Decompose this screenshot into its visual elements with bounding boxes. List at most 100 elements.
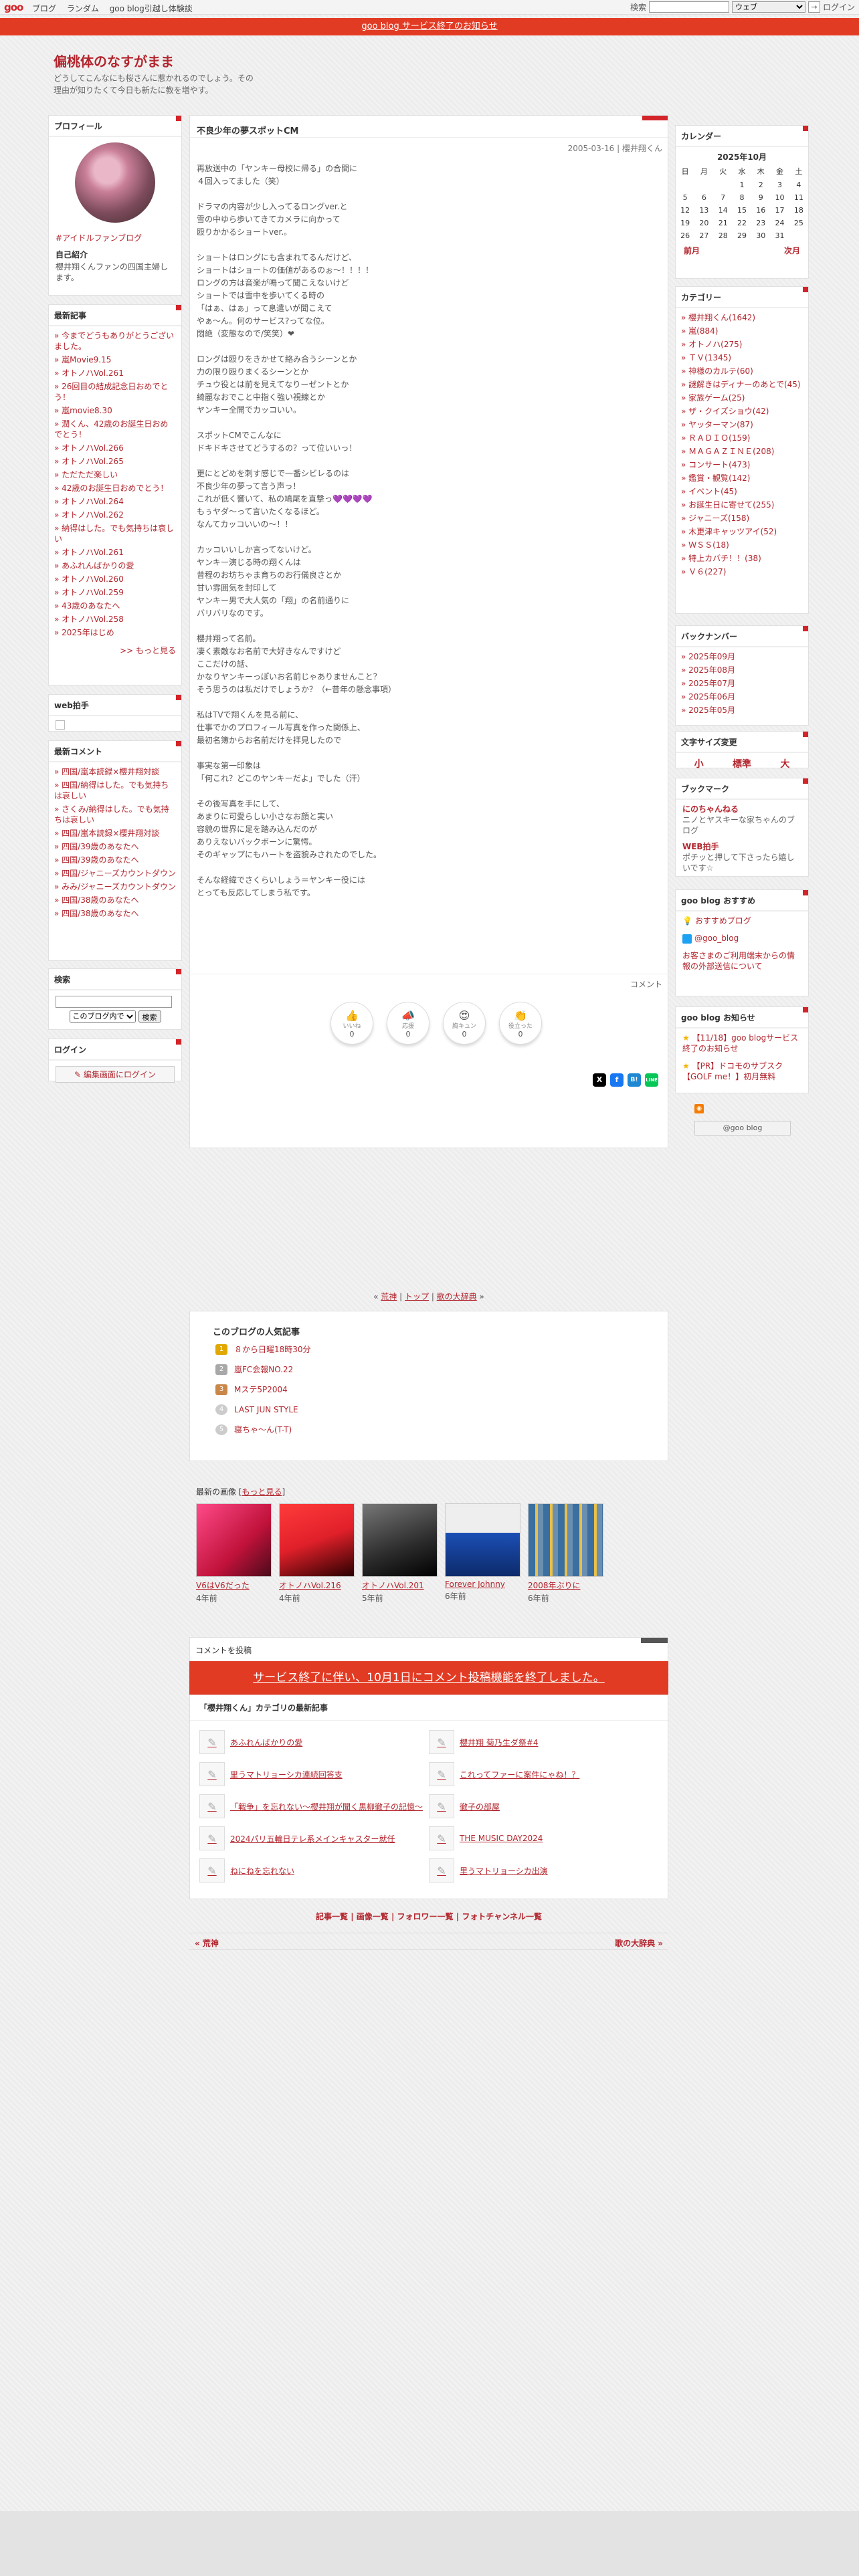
hatena-share-icon[interactable]: B!: [628, 1073, 641, 1087]
top-search-input[interactable]: [648, 1, 729, 13]
list-item[interactable]: ヤッターマン(87): [681, 419, 803, 430]
list-item[interactable]: ✎ 櫻井翔 菊乃生ダ祭#4: [429, 1730, 658, 1754]
list-item[interactable]: ジャニーズ(158): [681, 513, 803, 524]
image-caption[interactable]: V6はV6だった: [196, 1580, 272, 1591]
list-item[interactable]: 四国/嵐本読録×櫻井翔対談: [54, 766, 176, 777]
comment-link[interactable]: コメント: [630, 978, 662, 990]
list-item[interactable]: 納得はした。でも気持ちは哀しい: [54, 523, 176, 544]
external-info-link[interactable]: お客さまのご利用端末からの情報の外部送信について: [682, 950, 801, 972]
list-item[interactable]: 嵐(884): [681, 326, 803, 336]
list-item[interactable]: 2025年はじめ: [54, 627, 176, 638]
list-item[interactable]: ただただ楽しい: [54, 469, 176, 480]
goo-logo[interactable]: goo: [4, 1, 23, 13]
reaction-helpful-button[interactable]: 👏 役立った 0: [499, 1002, 542, 1045]
nav-blog[interactable]: ブログ: [32, 4, 56, 13]
list-item[interactable]: イベント(45): [681, 486, 803, 497]
thumbnail-image[interactable]: [528, 1503, 603, 1577]
blog-search-input[interactable]: [56, 996, 172, 1008]
list-item[interactable]: 家族ゲーム(25): [681, 393, 803, 403]
list-item[interactable]: 四国/38歳のあなたへ: [54, 908, 176, 919]
list-item[interactable]: オトノハVol.264: [54, 496, 176, 507]
list-item[interactable]: オトノハ(275): [681, 339, 803, 350]
footer-next-link[interactable]: 歌の大辞典 »: [615, 1937, 663, 1949]
list-item[interactable]: 四国/38歳のあなたへ: [54, 895, 176, 905]
list-item[interactable]: ✎ 里うマトリョーシカ連続回答支: [199, 1762, 429, 1786]
blog-search-button[interactable]: 検索: [138, 1010, 161, 1023]
image-card[interactable]: Forever Johnny 6年前: [445, 1503, 520, 1604]
font-large-button[interactable]: 大: [780, 757, 789, 770]
facebook-share-icon[interactable]: f: [610, 1073, 624, 1087]
recommend-blog-link[interactable]: 💡 おすすめブログ: [682, 916, 801, 926]
recent-more-link[interactable]: >> もっと見る: [49, 645, 181, 661]
list-item[interactable]: ✎ これってファーに案件にゃね！？: [429, 1762, 658, 1786]
list-item[interactable]: 謎解きはディナーのあとで(45): [681, 379, 803, 390]
list-item[interactable]: ✎ 2024パリ五輪日テレ系メインキャスター就任: [199, 1826, 429, 1850]
crumb-prev-link[interactable]: 荒神: [381, 1292, 397, 1301]
list-item[interactable]: オトノハVol.266: [54, 443, 176, 453]
list-item[interactable]: ＷＳＳ(18): [681, 540, 803, 550]
list-item[interactable]: 4 LAST JUN STYLE: [215, 1403, 668, 1416]
calendar-next-link[interactable]: 次月: [784, 245, 800, 256]
list-item[interactable]: 四国/39歳のあなたへ: [54, 855, 176, 865]
footer-prev-link[interactable]: « 荒神: [195, 1937, 219, 1949]
list-item[interactable]: 43歳のあなたへ: [54, 601, 176, 611]
list-item[interactable]: 神様のカルテ(60): [681, 366, 803, 377]
list-item[interactable]: 1 ８から日曜18時30分: [215, 1343, 668, 1356]
list-item[interactable]: ✎ ねにねを忘れない: [199, 1858, 429, 1883]
list-item[interactable]: オトノハVol.262: [54, 510, 176, 520]
list-item[interactable]: オトノハVol.261: [54, 547, 176, 558]
goo-twitter-link[interactable]: @goo_blog: [682, 933, 801, 944]
image-card[interactable]: オトノハVol.201 5年前: [362, 1503, 438, 1604]
list-item[interactable]: 四国/ジャニーズカウントダウン: [54, 868, 176, 879]
image-card[interactable]: オトノハVol.216 4年前: [279, 1503, 355, 1604]
list-item[interactable]: 四国/嵐本読録×櫻井翔対談: [54, 828, 176, 839]
list-item[interactable]: ✎ 徹子の部屋: [429, 1794, 658, 1818]
notice-link[interactable]: ★ 【PR】ドコモのサブスク【GOLF me！】初月無料: [682, 1061, 801, 1082]
thumbnail-image[interactable]: [196, 1503, 272, 1577]
list-item[interactable]: コンサート(473): [681, 459, 803, 470]
list-item[interactable]: 42歳のお誕生日おめでとう！: [54, 483, 176, 494]
reaction-cheer-button[interactable]: 📣 応援 0: [387, 1002, 430, 1045]
font-small-button[interactable]: 小: [694, 757, 704, 770]
calendar-prev-link[interactable]: 前月: [684, 245, 700, 256]
list-item[interactable]: 木更津キャッツアイ(52): [681, 526, 803, 537]
search-scope-select[interactable]: ウェブ: [731, 1, 805, 13]
list-item[interactable]: 3 Mステ5P2004: [215, 1383, 668, 1396]
thumbnail-image[interactable]: [279, 1503, 355, 1577]
list-item[interactable]: ＭＡＧＡＺＩＮＥ(208): [681, 446, 803, 457]
list-item[interactable]: ✎ あふれんばかりの愛: [199, 1730, 429, 1754]
bookmark-link[interactable]: WEB拍手: [682, 842, 719, 851]
list-item[interactable]: 2025年07月: [681, 678, 803, 689]
list-item[interactable]: 特上カバチ！！(38): [681, 553, 803, 564]
reaction-like-button[interactable]: 👍 いいね 0: [330, 1002, 373, 1045]
list-item[interactable]: オトノハVol.261: [54, 368, 176, 379]
crumb-next-link[interactable]: 歌の大辞典: [437, 1292, 477, 1301]
images-more-link[interactable]: もっと見る: [242, 1487, 282, 1497]
list-item[interactable]: みみ/ジャニーズカウントダウン: [54, 881, 176, 892]
nav-migration[interactable]: goo blog引越し体験談: [110, 4, 193, 13]
thumbnail-image[interactable]: [362, 1503, 438, 1577]
profile-tag[interactable]: #アイドルファンブログ: [49, 223, 181, 246]
list-item[interactable]: 嵐Movie9.15: [54, 354, 176, 365]
list-item[interactable]: 5 寝ちゃ～ん(T-T): [215, 1423, 668, 1436]
list-item[interactable]: Ｖ６(227): [681, 566, 803, 577]
list-item[interactable]: オトノハVol.259: [54, 587, 176, 598]
list-item[interactable]: お誕生日に寄せて(255): [681, 500, 803, 510]
list-item[interactable]: ✎ 「戦争」を忘れない～櫻井翔が聞く黒柳徹子の記憶～: [199, 1794, 429, 1818]
image-caption[interactable]: オトノハVol.216: [279, 1580, 355, 1591]
service-end-banner[interactable]: サービス終了に伴い、10月1日にコメント投稿機能を終了しました。: [189, 1661, 668, 1695]
list-item[interactable]: 潤くん、42歳のお誕生日おめでとう！: [54, 419, 176, 440]
list-item[interactable]: 2 嵐FC会報NO.22: [215, 1363, 668, 1376]
thumbnail-image[interactable]: [445, 1503, 520, 1577]
notice-link[interactable]: ★ 【11/18】goo blogサービス終了のお知らせ: [682, 1033, 801, 1054]
list-item[interactable]: ✎ 里うマトリョーシカ出演: [429, 1858, 658, 1883]
rss-icon[interactable]: ◉: [694, 1104, 704, 1113]
list-item[interactable]: オトノハVol.265: [54, 456, 176, 467]
image-caption[interactable]: 2008年ぶりに: [528, 1580, 603, 1591]
list-item[interactable]: 2025年06月: [681, 691, 803, 702]
footer-link-photo-channels[interactable]: フォトチャンネル一覧: [462, 1912, 542, 1921]
image-caption[interactable]: オトノハVol.201: [362, 1580, 438, 1591]
image-card[interactable]: V6はV6だった 4年前: [196, 1503, 272, 1604]
reaction-heart-button[interactable]: 😍 胸キュン 0: [443, 1002, 486, 1045]
list-item[interactable]: 今までどうもありがとうございました。: [54, 330, 176, 352]
